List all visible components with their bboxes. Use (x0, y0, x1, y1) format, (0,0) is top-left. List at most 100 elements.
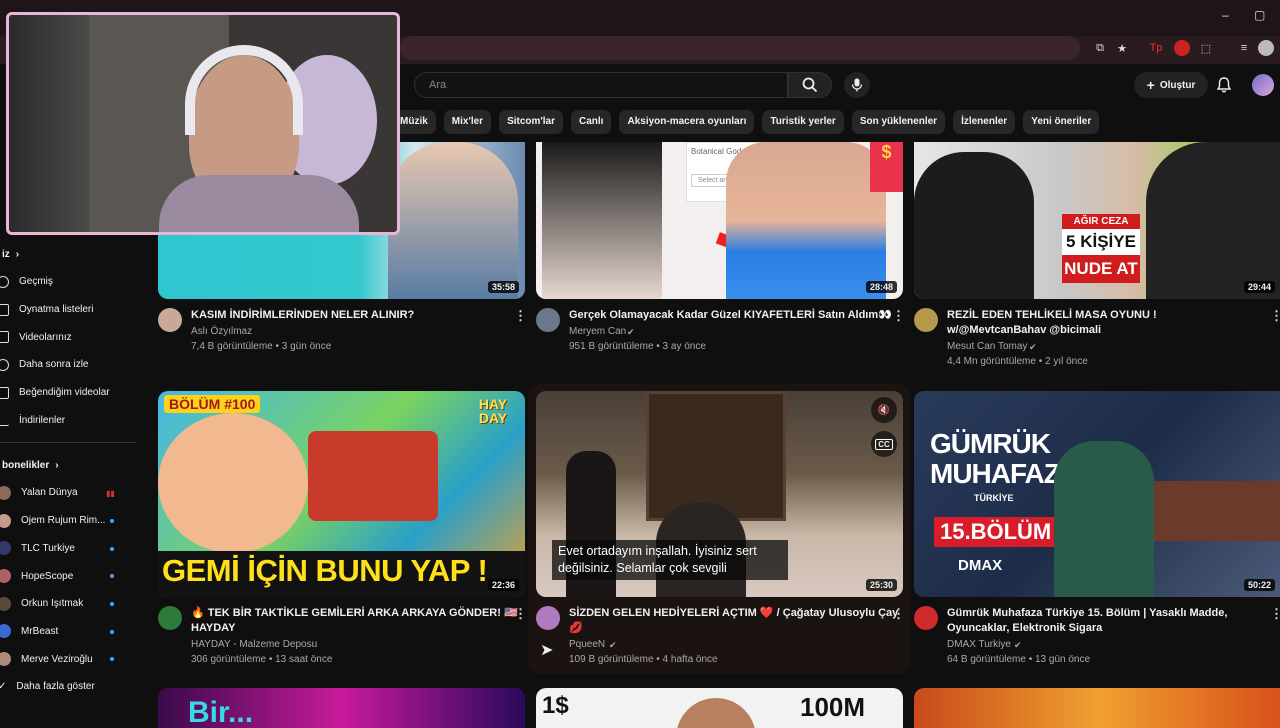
sidebar-item-watch-later[interactable]: Daha sonra izle (0, 351, 140, 379)
subscription-label: Ojem Rujum Rim... (21, 515, 106, 527)
video-title[interactable]: 🔥 TEK BİR TAKTİKLE GEMİLERİ ARKA ARKAYA … (191, 606, 518, 621)
channel-name[interactable]: HAYDAY - Malzeme Deposu (191, 639, 317, 650)
sidebar-item-label: Daha sonra izle (19, 359, 89, 371)
thumbnail-text: 15.BÖLÜM (934, 517, 1058, 547)
video-title-line2[interactable]: HAYDAY (191, 621, 235, 636)
extension-red-icon[interactable] (1174, 40, 1190, 56)
chip-mixes[interactable]: Mix'ler (443, 110, 492, 134)
reading-list-icon[interactable]: ≡ (1236, 40, 1252, 56)
thumbnail-person (676, 698, 756, 728)
subscription-item[interactable]: HopeScope (0, 562, 140, 590)
sidebar-item-liked-videos[interactable]: Beğendiğim videolar (0, 379, 140, 407)
video-thumbnail[interactable]: GÜMRÜK MUHAFAZA TÜRKİYE 15.BÖLÜM DMAX 50… (914, 391, 1280, 597)
chip-sitcoms[interactable]: Sitcom'lar (499, 110, 564, 134)
sidebar-item-label: Videolarınız (19, 331, 72, 343)
more-options-icon[interactable]: ⋮ (1270, 606, 1280, 622)
duration-badge: 22:36 (487, 579, 519, 591)
new-content-dot (110, 601, 114, 606)
chip-new-to-you[interactable]: Yeni öneriler (1023, 110, 1100, 134)
sidebar-divider (0, 442, 136, 444)
thumbnail-text: TÜRKİYE (974, 493, 1014, 503)
profile-icon[interactable] (1258, 40, 1274, 56)
more-options-icon[interactable]: ⋮ (514, 308, 527, 324)
subscription-item[interactable]: Yalan Dünya ▮▮ (0, 479, 140, 507)
thumbnail-model-left (542, 142, 662, 299)
notifications-button[interactable] (1214, 74, 1234, 96)
maximize-icon[interactable]: ▢ (1254, 8, 1265, 22)
channel-name[interactable]: PqueeN (569, 639, 605, 650)
voice-search-button[interactable] (844, 72, 870, 98)
thumbnail-model-right (726, 142, 886, 299)
channel-name[interactable]: Meryem Can (569, 326, 626, 337)
duration-badge: 50:22 (1243, 579, 1275, 591)
subscription-item[interactable]: Ojem Rujum Rim... (0, 507, 140, 535)
video-title[interactable]: Gümrük Muhafaza Türkiye 15. Bölüm | Yasa… (947, 606, 1227, 621)
chip-recently-uploaded[interactable]: Son yüklenenler (851, 110, 946, 134)
subscription-item[interactable]: TLC Turkiye (0, 535, 140, 563)
sidebar-item-playlists[interactable]: Oynatma listeleri (0, 296, 140, 324)
thumbnail-text: BÖLÜM #100 (164, 395, 261, 413)
chip-live[interactable]: Canlı (571, 110, 612, 134)
video-title[interactable]: Gerçek Olamayacak Kadar Güzel KIYAFETLER… (569, 308, 892, 323)
sidebar-item-label: Geçmiş (19, 276, 53, 288)
subscriptions-title: bonelikler (2, 459, 50, 471)
video-thumbnail[interactable] (914, 688, 1280, 728)
video-thumbnail[interactable]: AĞIR CEZA 5 KİŞİYE NUDE AT 29:44 (914, 142, 1280, 299)
subscription-item[interactable]: Merve Veziroğlu (0, 645, 140, 673)
new-content-dot (110, 518, 114, 523)
search-button[interactable] (788, 72, 832, 98)
video-thumbnail[interactable]: 1$ 100M (536, 688, 903, 728)
video-thumbnail[interactable]: Bir... (158, 688, 525, 728)
minimize-icon[interactable]: – (1222, 8, 1229, 22)
channel-avatar[interactable] (914, 308, 938, 332)
search-input[interactable]: Ara (414, 72, 788, 98)
chip-action-adventure[interactable]: Aksiyon-macera oyunları (619, 110, 755, 134)
channel-avatar[interactable] (536, 606, 560, 630)
video-title-line2[interactable]: Oyuncaklar, Elektronik Sigara (947, 621, 1102, 636)
subscription-item[interactable]: MrBeast (0, 618, 140, 646)
more-options-icon[interactable]: ⋮ (1270, 308, 1280, 324)
dmax-logo-text: DMAX (958, 557, 1003, 574)
channel-name[interactable]: DMAX Turkiye (947, 639, 1011, 650)
channel-avatar[interactable] (158, 606, 182, 630)
channel-name[interactable]: Aslı Özyılmaz (191, 326, 252, 337)
sidebar-item-downloads[interactable]: İndirilenler (0, 406, 140, 434)
watch-later-icon (0, 358, 9, 371)
account-avatar[interactable] (1252, 74, 1274, 96)
more-options-icon[interactable]: ⋮ (514, 606, 527, 622)
mute-button[interactable]: 🔇 (871, 397, 897, 423)
cc-icon: CC (875, 438, 893, 450)
channel-avatar[interactable] (536, 308, 560, 332)
extension-icon[interactable]: Tp (1148, 40, 1164, 56)
chip-watched[interactable]: İzlenenler (953, 110, 1016, 134)
channel-avatar[interactable] (158, 308, 182, 332)
address-bar[interactable] (400, 36, 1080, 60)
channel-avatar[interactable] (914, 606, 938, 630)
bookmark-star-icon[interactable]: ★ (1114, 40, 1130, 56)
more-options-icon[interactable]: ⋮ (892, 308, 905, 324)
verified-icon: ✔ (1014, 640, 1022, 650)
video-title[interactable]: REZİL EDEN TEHLİKELİ MASA OYUNU ! w/@Mev… (947, 308, 1257, 338)
create-button[interactable]: + Oluştur (1134, 72, 1208, 98)
cast-icon[interactable]: ⧉ (1092, 40, 1108, 56)
sidebar-item-your-videos[interactable]: Videolarınız (0, 323, 140, 351)
video-thumbnail[interactable]: BÖLÜM #100 HAY DAY GEMİ İÇİN BUNU YAP ! … (158, 391, 525, 597)
chip-tourist-places[interactable]: Turistik yerler (762, 110, 844, 134)
video-title-line2[interactable]: 💋 (569, 621, 583, 636)
sidebar-item-history[interactable]: Geçmiş (0, 268, 140, 296)
duration-badge: 25:30 (865, 579, 897, 591)
thumbnail-person-left (914, 152, 1034, 299)
you-section-header[interactable]: iz › (0, 240, 140, 268)
channel-name[interactable]: Mesut Can Tomay (947, 341, 1027, 352)
video-title[interactable]: KASIM İNDİRİMLERİNDEN NELER ALINIR? (191, 308, 414, 323)
bell-icon (1217, 77, 1231, 93)
video-title[interactable]: SİZDEN GELEN HEDİYELERİ AÇTIM ❤️ / Çağat… (569, 606, 898, 621)
subscription-item[interactable]: Orkun Işıtmak (0, 590, 140, 618)
puzzle-icon[interactable]: ⬚ (1198, 40, 1214, 56)
show-more-button[interactable]: ✓ Daha fazla göster (0, 673, 140, 701)
video-thumbnail[interactable]: Botanical Goddess D Select an option $ 2… (536, 142, 903, 299)
subscriptions-header[interactable]: bonelikler › (0, 451, 140, 479)
captions-button[interactable]: CC (871, 431, 897, 457)
more-options-icon[interactable]: ⋮ (892, 606, 905, 622)
subscription-label: TLC Turkiye (21, 542, 75, 554)
